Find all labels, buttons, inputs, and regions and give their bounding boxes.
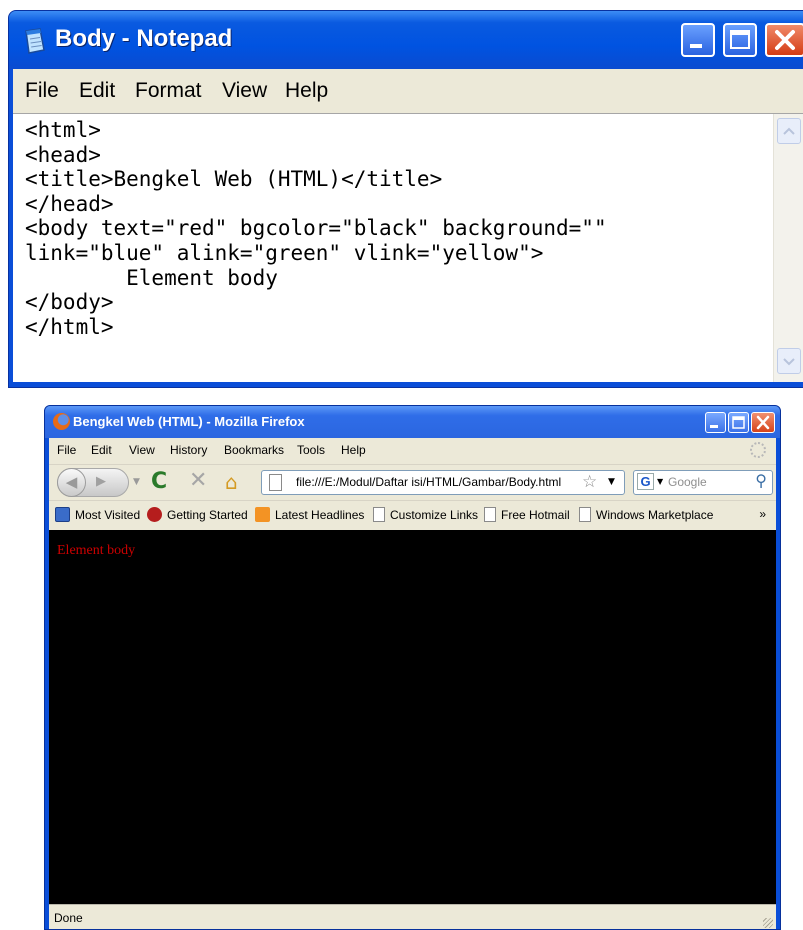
arrow-up-icon — [783, 127, 795, 135]
forward-button[interactable]: ▶ — [96, 474, 106, 489]
page-content: Element body — [49, 530, 776, 904]
bookmarks-toolbar: Most Visited Getting Started Latest Head… — [49, 500, 776, 530]
search-engine-icon[interactable]: G — [637, 473, 654, 490]
address-bar[interactable]: file:///E:/Modul/Daftar isi/HTML/Gambar/… — [261, 470, 625, 495]
firefox-close-button[interactable] — [751, 412, 775, 433]
notepad-window: Body - Notepad File Edit Format View Hel… — [8, 10, 803, 388]
address-bar-url[interactable]: file:///E:/Modul/Daftar isi/HTML/Gambar/… — [296, 475, 561, 489]
reload-icon[interactable]: C — [151, 469, 167, 494]
notepad-maximize-button[interactable] — [723, 23, 757, 57]
close-icon — [775, 30, 795, 50]
scroll-down-button[interactable] — [777, 348, 801, 374]
maximize-icon — [730, 30, 750, 49]
firefox-menu-edit[interactable]: Edit — [91, 443, 112, 457]
bookmark-latest-headlines[interactable]: Latest Headlines — [255, 507, 364, 522]
back-forward-group: ◀ ▶ — [57, 468, 129, 497]
maximize-icon — [732, 416, 745, 429]
page-body-text: Element body — [57, 543, 136, 558]
notepad-text-content[interactable]: <html> <head> <title>Bengkel Web (HTML)<… — [25, 118, 607, 339]
firefox-menubar: File Edit View History Bookmarks Tools H… — [49, 438, 776, 464]
status-bar: Done — [49, 904, 776, 929]
page-icon — [373, 507, 385, 522]
notepad-close-button[interactable] — [765, 23, 803, 57]
search-engine-dropdown-icon[interactable]: ▼ — [657, 477, 663, 486]
rss-icon — [255, 507, 270, 522]
notepad-title: Body - Notepad — [55, 25, 233, 52]
bookmark-label: Most Visited — [75, 507, 141, 522]
getting-started-icon — [147, 507, 162, 522]
firefox-navigation-toolbar: ◀ ▶ ▼ C ✕ ⌂ file:///E:/Modul/Daftar isi/… — [49, 464, 776, 501]
firefox-menu-file[interactable]: File — [57, 443, 76, 457]
bookmark-getting-started[interactable]: Getting Started — [147, 507, 248, 522]
firefox-menu-bookmarks[interactable]: Bookmarks — [224, 443, 284, 457]
page-icon — [579, 507, 591, 522]
bookmark-windows-marketplace[interactable]: Windows Marketplace — [579, 507, 713, 522]
firefox-titlebar[interactable]: Bengkel Web (HTML) - Mozilla Firefox — [45, 406, 780, 438]
arrow-down-icon — [783, 358, 795, 366]
scroll-up-button[interactable] — [777, 118, 801, 144]
bookmark-label: Customize Links — [390, 507, 479, 522]
home-icon[interactable]: ⌂ — [225, 470, 238, 494]
search-box[interactable]: G ▼ Google ⚲ — [633, 470, 773, 495]
stop-icon[interactable]: ✕ — [189, 468, 207, 493]
page-icon — [269, 474, 282, 491]
url-dropdown-icon[interactable]: ▼ — [608, 477, 615, 487]
status-text: Done — [54, 911, 83, 925]
minimize-icon — [710, 425, 718, 428]
notepad-text-area[interactable]: <html> <head> <title>Bengkel Web (HTML)<… — [13, 113, 803, 382]
notepad-vertical-scrollbar[interactable] — [773, 114, 803, 382]
firefox-menu-view[interactable]: View — [129, 443, 155, 457]
bookmark-label: Free Hotmail — [501, 507, 570, 522]
search-input[interactable]: Google — [668, 475, 707, 489]
bookmark-label: Windows Marketplace — [596, 507, 714, 522]
bookmarks-overflow-chevron[interactable]: » — [759, 507, 766, 521]
firefox-maximize-button[interactable] — [728, 412, 749, 433]
firefox-menu-tools[interactable]: Tools — [297, 443, 325, 457]
bookmark-label: Getting Started — [167, 507, 248, 522]
notepad-titlebar[interactable]: Body - Notepad — [9, 11, 803, 69]
history-dropdown-icon[interactable]: ▼ — [133, 477, 140, 487]
firefox-window: Bengkel Web (HTML) - Mozilla Firefox Fil… — [44, 405, 781, 930]
bookmark-most-visited[interactable]: Most Visited — [55, 507, 140, 522]
notepad-menu-format[interactable]: Format — [135, 79, 202, 103]
back-button[interactable]: ◀ — [57, 468, 86, 497]
notepad-menu-view[interactable]: View — [222, 79, 267, 103]
firefox-logo-icon — [53, 413, 70, 430]
search-icon[interactable]: ⚲ — [755, 471, 767, 490]
bookmark-customize-links[interactable]: Customize Links — [373, 507, 478, 522]
bookmark-free-hotmail[interactable]: Free Hotmail — [484, 507, 570, 522]
notepad-menu-file[interactable]: File — [25, 79, 59, 103]
firefox-menu-help[interactable]: Help — [341, 443, 366, 457]
minimize-icon — [690, 44, 702, 48]
notepad-menu-edit[interactable]: Edit — [79, 79, 115, 103]
notepad-menubar: File Edit Format View Help — [13, 69, 803, 113]
bookmark-star-icon[interactable]: ☆ — [582, 472, 597, 492]
throbber-icon — [750, 442, 766, 458]
notepad-menu-help[interactable]: Help — [285, 79, 328, 103]
firefox-title: Bengkel Web (HTML) - Mozilla Firefox — [73, 414, 305, 429]
close-icon — [756, 415, 770, 430]
notepad-minimize-button[interactable] — [681, 23, 715, 57]
page-icon — [484, 507, 496, 522]
notepad-app-icon — [25, 28, 45, 54]
most-visited-icon — [55, 507, 70, 522]
firefox-menu-history[interactable]: History — [170, 443, 207, 457]
firefox-minimize-button[interactable] — [705, 412, 726, 433]
bookmark-label: Latest Headlines — [275, 507, 365, 522]
resize-grip-icon[interactable] — [763, 918, 773, 928]
